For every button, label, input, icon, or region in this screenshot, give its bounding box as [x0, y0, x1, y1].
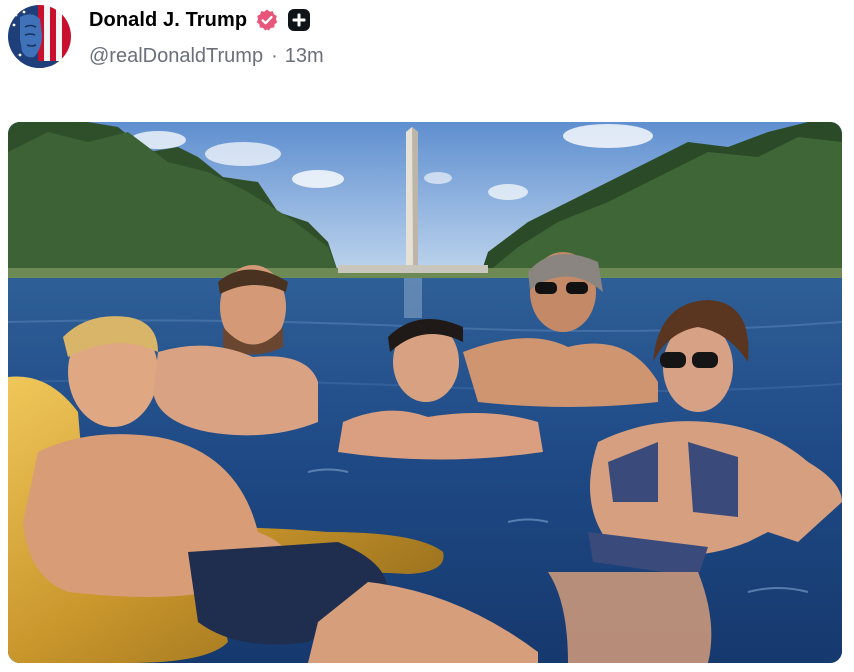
reflecting-pool-photo: [8, 122, 842, 663]
author-meta-row: @realDonaldTrump · 13m: [89, 42, 324, 70]
author-handle[interactable]: @realDonaldTrump: [89, 45, 263, 68]
author-display-name[interactable]: Donald J. Trump: [89, 9, 247, 32]
author-name-row: Donald J. Trump: [89, 6, 311, 34]
plus-icon: [288, 9, 311, 31]
author-avatar[interactable]: [8, 5, 71, 68]
meta-separator: ·: [271, 44, 278, 67]
post-card: Donald J. Trump @realDonaldTrump · 13m: [0, 0, 854, 672]
verified-badge-icon: [256, 9, 278, 31]
post-timestamp[interactable]: 13m: [285, 45, 324, 68]
flag-portrait-avatar-icon: [8, 5, 71, 68]
post-media-image[interactable]: [8, 122, 842, 663]
